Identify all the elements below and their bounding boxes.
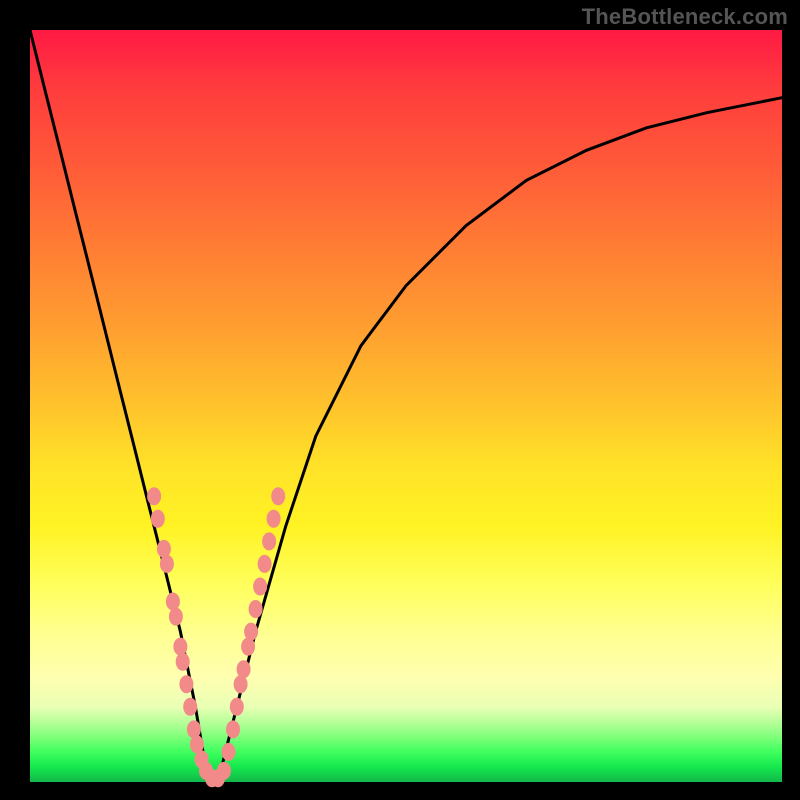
marker-bead: [151, 510, 165, 528]
marker-bead: [217, 762, 231, 780]
marker-bead: [222, 743, 236, 761]
marker-bead: [234, 675, 248, 693]
marker-bead: [262, 532, 276, 550]
plot-area: [30, 30, 782, 782]
marker-bead: [147, 487, 161, 505]
bottleneck-curve: [30, 30, 782, 782]
marker-bead: [187, 720, 201, 738]
marker-bead: [183, 698, 197, 716]
marker-bead: [173, 638, 187, 656]
marker-bead: [166, 593, 180, 611]
marker-bead: [226, 720, 240, 738]
marker-bead: [267, 510, 281, 528]
curve-svg: [30, 30, 782, 782]
marker-bead: [157, 540, 171, 558]
marker-bead: [241, 638, 255, 656]
marker-bead: [160, 555, 174, 573]
marker-bead: [244, 623, 258, 641]
marker-bead: [249, 600, 263, 618]
chart-stage: TheBottleneck.com: [0, 0, 800, 800]
markers-right: [217, 487, 285, 780]
watermark-text: TheBottleneck.com: [582, 4, 788, 30]
marker-bead: [271, 487, 285, 505]
marker-bead: [230, 698, 244, 716]
marker-bead: [176, 653, 190, 671]
marker-bead: [253, 578, 267, 596]
marker-bead: [237, 660, 251, 678]
markers-left: [147, 487, 225, 787]
marker-bead: [258, 555, 272, 573]
marker-bead: [179, 675, 193, 693]
marker-bead: [169, 608, 183, 626]
